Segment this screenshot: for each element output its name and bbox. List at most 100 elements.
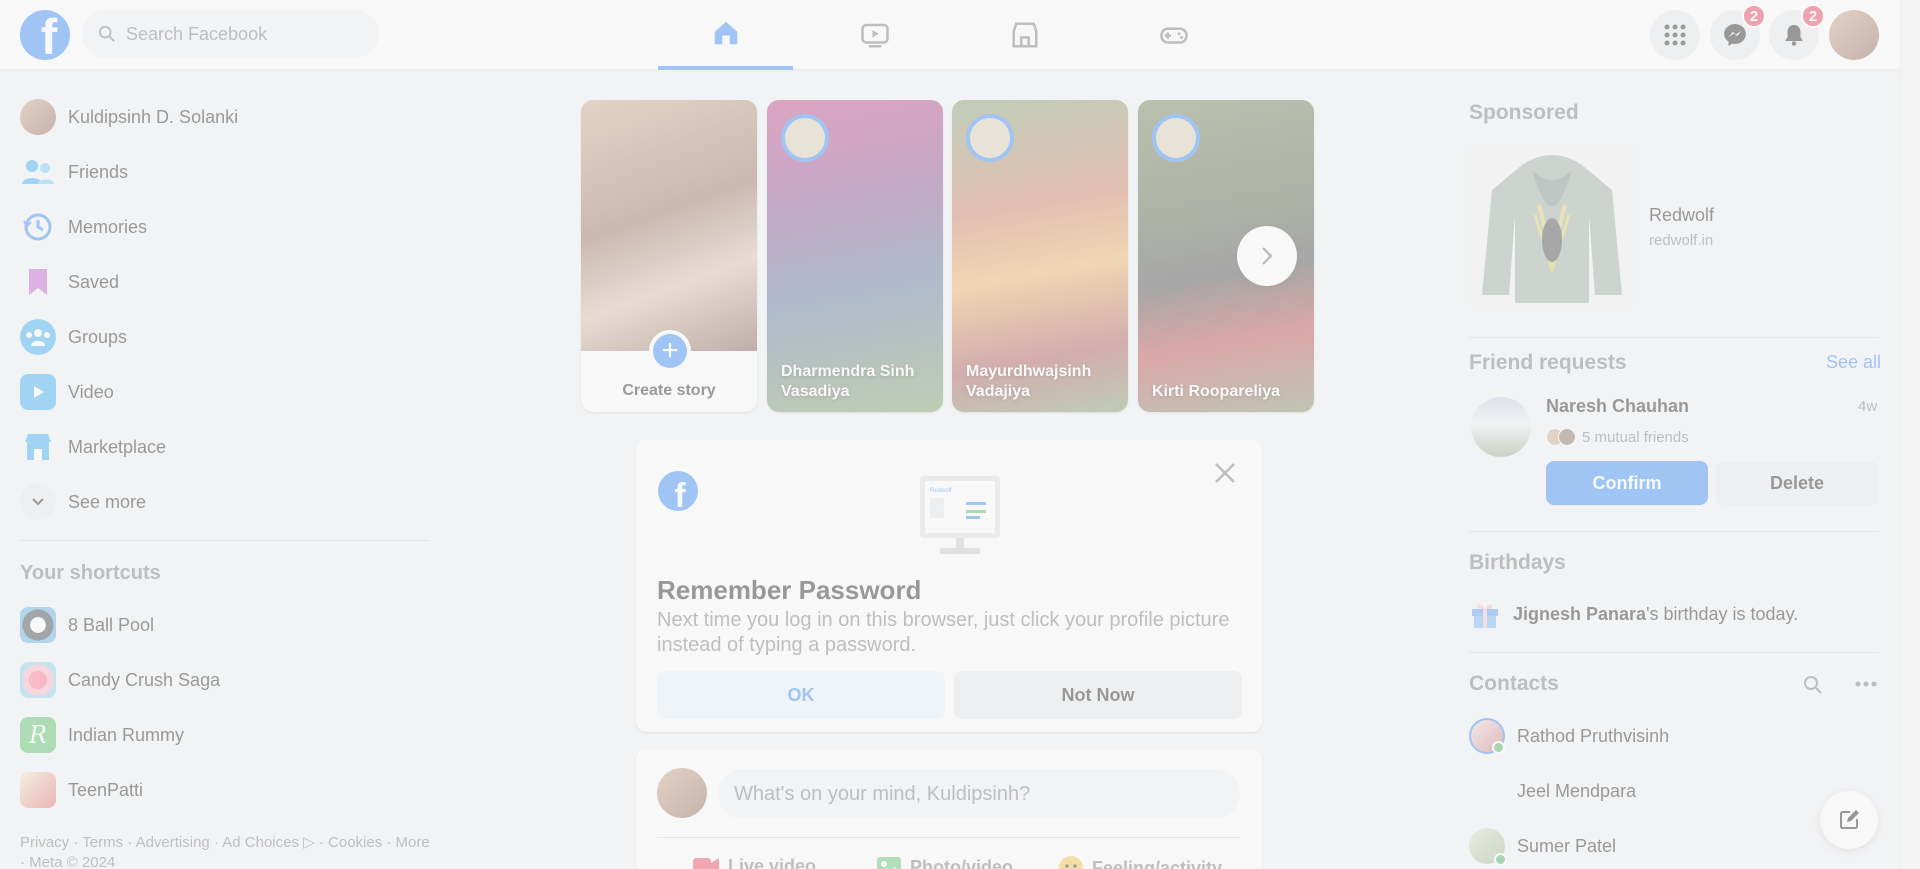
story-name: Dharmendra Sinh Vasadiya — [781, 363, 915, 400]
notifications-button[interactable]: 2 — [1769, 4, 1825, 60]
birthday-row[interactable]: Jignesh Panara 's birthday is today. — [1469, 599, 1798, 629]
composer-input[interactable]: What's on your mind, Kuldipsinh? — [718, 769, 1240, 819]
live-video-button[interactable]: Live video — [692, 855, 816, 869]
messenger-badge: 2 — [1742, 4, 1766, 28]
friend-request-time: 4w — [1858, 398, 1878, 415]
sidebar-item-label: Groups — [68, 326, 128, 347]
monitor-illustration-icon: Redwolf — [920, 476, 1000, 554]
tab-video[interactable] — [807, 0, 942, 70]
sidebar-item-saved[interactable]: Saved — [20, 262, 119, 302]
sidebar-item-marketplace[interactable]: Marketplace — [20, 427, 166, 467]
contact-item[interactable]: Sumer Patel — [1469, 826, 1616, 866]
svg-text:f: f — [674, 477, 686, 512]
shortcut-label: Indian Rummy — [68, 724, 185, 745]
birthdays-title: Birthdays — [1469, 551, 1566, 574]
sidebar-item-label: Friends — [68, 161, 129, 182]
mutual-friends[interactable]: 5 mutual friends — [1546, 428, 1689, 446]
contact-item[interactable]: Jeel Mendpara — [1469, 771, 1636, 811]
shortcut-8-ball-pool[interactable]: 8 Ball Pool — [20, 605, 154, 645]
menu-button[interactable] — [1650, 10, 1700, 60]
sidebar-item-profile[interactable]: Kuldipsinh D. Solanki — [20, 97, 238, 137]
account-avatar-button[interactable] — [1829, 10, 1879, 60]
stories-next-button[interactable] — [1237, 226, 1297, 286]
sponsored-title: Sponsored — [1469, 101, 1579, 124]
tab-marketplace[interactable] — [957, 0, 1092, 70]
chevron-right-icon — [1262, 247, 1273, 265]
delete-button[interactable]: Delete — [1716, 461, 1878, 505]
search-input[interactable]: Search Facebook — [82, 10, 379, 58]
tab-gaming[interactable] — [1106, 0, 1241, 70]
ad-name[interactable]: Redwolf — [1649, 205, 1714, 226]
indian-rummy-icon: R — [20, 717, 56, 753]
not-now-button[interactable]: Not Now — [954, 671, 1242, 719]
story-card[interactable]: Mayurdhwajsinh Vadajiya — [952, 100, 1128, 412]
video-icon — [860, 23, 889, 48]
divider — [1469, 652, 1879, 653]
sidebar-item-label: See more — [68, 491, 147, 512]
story-name: Mayurdhwajsinh Vadajiya — [966, 363, 1092, 400]
contact-name: Sumer Patel — [1517, 835, 1617, 856]
chevron-down-icon — [20, 484, 56, 520]
hoodie-image — [1482, 155, 1622, 303]
facebook-logo[interactable]: f — [20, 10, 70, 60]
plus-icon[interactable]: + — [649, 330, 691, 372]
shortcut-label: 8 Ball Pool — [68, 614, 155, 635]
story-avatar — [781, 114, 829, 162]
confirm-button[interactable]: Confirm — [1546, 461, 1708, 505]
search-placeholder: Search Facebook — [126, 23, 268, 44]
facebook-icon: f — [658, 471, 698, 512]
more-options-icon[interactable] — [1855, 681, 1877, 687]
friend-requests-title: Friend requests — [1469, 351, 1627, 374]
groups-icon — [20, 319, 56, 355]
feeling-activity-button[interactable]: Feeling/activity — [1058, 855, 1222, 869]
shortcut-indian-rummy[interactable]: R Indian Rummy — [20, 715, 184, 755]
search-icon — [98, 25, 115, 42]
ad-url[interactable]: redwolf.in — [1649, 232, 1713, 249]
home-icon — [714, 21, 737, 45]
story-card[interactable]: Dharmendra Sinh Vasadiya — [767, 100, 943, 412]
close-button[interactable] — [1210, 458, 1240, 488]
footer-links[interactable]: Privacy · Terms · Advertising · Ad Choic… — [20, 833, 430, 869]
ad-image[interactable] — [1469, 143, 1634, 308]
messenger-button[interactable]: 2 — [1710, 4, 1766, 60]
friend-request-avatar[interactable] — [1471, 397, 1531, 457]
grid-menu-icon — [1664, 24, 1686, 46]
sidebar-item-friends[interactable]: Friends — [20, 152, 128, 192]
compose-icon — [1840, 810, 1859, 829]
marketplace-icon — [20, 429, 56, 465]
avatar[interactable] — [657, 768, 707, 818]
tab-home[interactable] — [658, 0, 793, 70]
sidebar-item-label: Memories — [68, 216, 148, 237]
see-all-link[interactable]: See all — [1826, 352, 1881, 373]
divider — [1469, 531, 1879, 532]
gaming-icon — [1159, 27, 1188, 44]
photo-video-button[interactable]: Photo/video — [876, 855, 1013, 869]
contact-name: Rathod Pruthvisinh — [1517, 725, 1670, 746]
birthday-text: 's birthday is today. — [1646, 603, 1799, 624]
post-composer: What's on your mind, Kuldipsinh? Live vi… — [636, 749, 1262, 869]
shortcut-candy-crush[interactable]: Candy Crush Saga — [20, 660, 220, 700]
avatar — [1469, 828, 1507, 866]
online-indicator — [1494, 853, 1507, 866]
see-more-button[interactable]: See more — [20, 482, 146, 522]
page-scrollbar[interactable] — [1900, 0, 1920, 869]
sidebar-item-groups[interactable]: Groups — [20, 317, 127, 357]
sidebar-item-memories[interactable]: Memories — [20, 207, 147, 247]
ok-button[interactable]: OK — [657, 671, 945, 719]
friends-icon — [20, 154, 56, 190]
contact-item[interactable]: Rathod Pruthvisinh — [1469, 716, 1669, 756]
close-icon — [1215, 463, 1235, 483]
shortcut-label: TeenPatti — [68, 779, 144, 800]
top-navigation-bar: f Search Facebook 2 2 — [0, 0, 1920, 70]
avatar — [1469, 718, 1505, 754]
sidebar-item-video[interactable]: Video — [20, 372, 114, 412]
friend-request-name[interactable]: Naresh Chauhan — [1546, 396, 1689, 417]
create-story-card[interactable]: + Create story — [581, 100, 757, 412]
teenpatti-icon — [20, 772, 56, 808]
new-message-button[interactable] — [1820, 791, 1878, 849]
sidebar-item-label: Kuldipsinh D. Solanki — [68, 106, 239, 127]
sidebar-item-label: Marketplace — [68, 436, 167, 457]
shortcut-teenpatti[interactable]: TeenPatti — [20, 770, 143, 810]
search-icon[interactable] — [1803, 675, 1823, 695]
sidebar-item-label: Saved — [68, 271, 120, 292]
